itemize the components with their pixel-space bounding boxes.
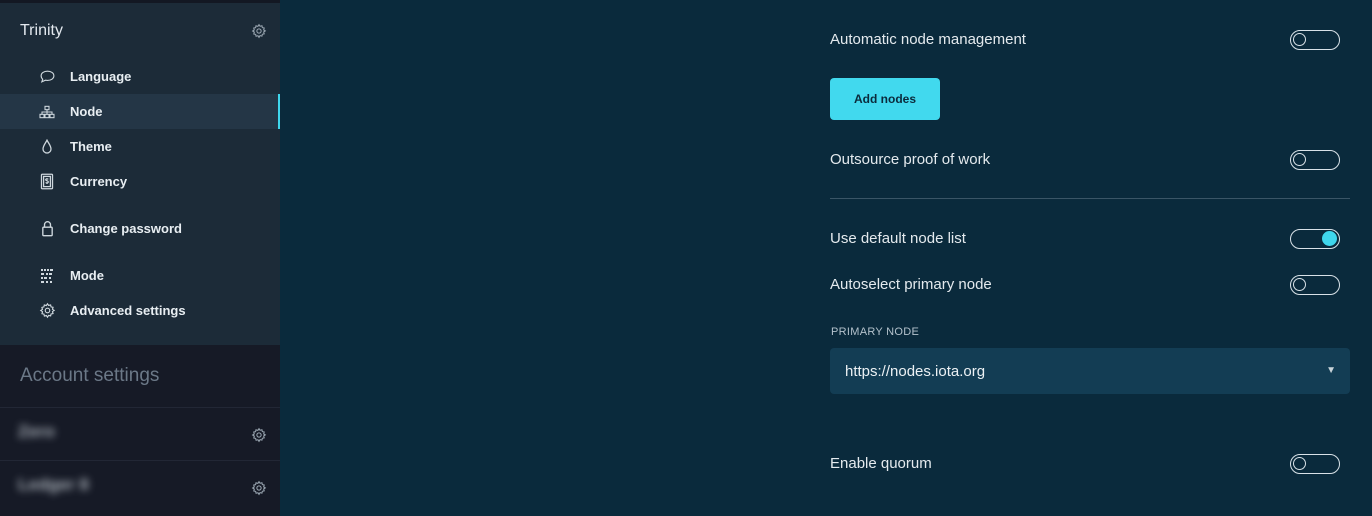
- account-settings-heading: Account settings: [20, 365, 160, 386]
- app-title: Trinity: [20, 22, 63, 39]
- sidebar-item-label: Theme: [70, 139, 112, 154]
- sidebar-item-label: Currency: [70, 174, 128, 189]
- autoselect-primary-node-toggle[interactable]: [1290, 275, 1340, 295]
- primary-node-select[interactable]: https://nodes.iota.org ▼: [830, 348, 1350, 394]
- chat-bubble-icon: [38, 68, 56, 86]
- account-settings-gear-icon[interactable]: [251, 480, 267, 496]
- gear-icon: [38, 302, 56, 320]
- autoselect-primary-node-label: Autoselect primary node: [830, 276, 992, 293]
- outsource-pow-toggle[interactable]: [1290, 150, 1340, 170]
- account-name: Ledger 8: [18, 475, 89, 494]
- lock-icon: [38, 220, 56, 238]
- primary-node-label: PRIMARY NODE: [831, 326, 920, 338]
- automatic-node-management-toggle[interactable]: [1290, 30, 1340, 50]
- node-settings-panel: Automatic node management Add nodes Outs…: [280, 0, 1372, 516]
- currency-note-icon: [38, 173, 56, 191]
- sidebar-item-change-password[interactable]: Change password: [0, 211, 280, 246]
- toggle-knob: [1293, 33, 1306, 46]
- sidebar-item-language[interactable]: Language: [0, 59, 280, 94]
- app-settings-gear-icon[interactable]: [251, 23, 267, 39]
- use-default-node-list-label: Use default node list: [830, 230, 966, 247]
- enable-quorum-toggle[interactable]: [1290, 454, 1340, 474]
- sidebar-item-currency[interactable]: Currency: [0, 164, 280, 199]
- toggle-knob: [1293, 278, 1306, 291]
- sidebar: Trinity Language Node Theme Currency Cha…: [0, 0, 280, 516]
- outsource-pow-label: Outsource proof of work: [830, 151, 991, 168]
- mode-icon: [38, 267, 56, 285]
- network-icon: [38, 103, 56, 121]
- sidebar-item-label: Node: [70, 104, 103, 119]
- primary-node-value: https://nodes.iota.org: [845, 363, 986, 380]
- use-default-node-list-toggle[interactable]: [1290, 229, 1340, 249]
- droplet-icon: [38, 138, 56, 156]
- sidebar-item-label: Mode: [70, 268, 104, 283]
- caret-down-icon: ▼: [1326, 365, 1336, 376]
- section-divider: [830, 198, 1350, 199]
- sidebar-item-label: Language: [70, 69, 132, 84]
- toggle-knob: [1293, 457, 1306, 470]
- account-row[interactable]: Zero: [0, 407, 280, 460]
- enable-quorum-label: Enable quorum: [830, 455, 932, 472]
- settings-menu: Trinity Language Node Theme Currency Cha…: [0, 0, 280, 345]
- account-name: Zero: [18, 422, 55, 441]
- automatic-node-management-label: Automatic node management: [830, 31, 1026, 48]
- sidebar-item-advanced-settings[interactable]: Advanced settings: [0, 293, 280, 328]
- sidebar-item-label: Advanced settings: [70, 303, 186, 318]
- sidebar-item-theme[interactable]: Theme: [0, 129, 280, 164]
- account-row[interactable]: Ledger 8: [0, 460, 280, 513]
- account-settings-gear-icon[interactable]: [251, 427, 267, 443]
- toggle-knob: [1322, 231, 1337, 246]
- add-nodes-button[interactable]: Add nodes: [830, 78, 940, 120]
- toggle-knob: [1293, 153, 1306, 166]
- sidebar-item-label: Change password: [70, 221, 182, 236]
- sidebar-item-mode[interactable]: Mode: [0, 258, 280, 293]
- sidebar-item-node[interactable]: Node: [0, 94, 280, 129]
